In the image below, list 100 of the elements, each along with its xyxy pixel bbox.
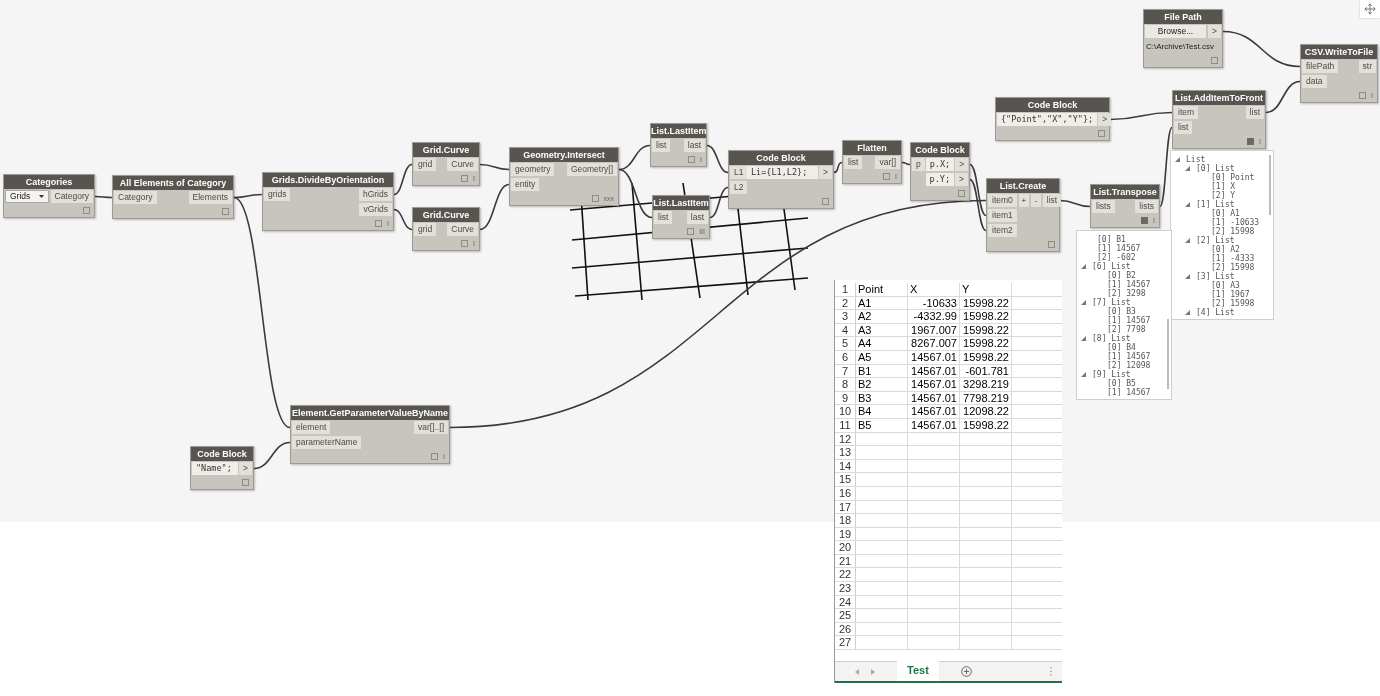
preview-toggle-icon[interactable] <box>1247 138 1255 145</box>
row-number[interactable]: 27 <box>835 636 856 650</box>
row-number[interactable]: 17 <box>835 500 856 514</box>
table-cell[interactable]: Y <box>962 283 970 296</box>
wire[interactable] <box>393 163 413 196</box>
category-dropdown[interactable]: Grids <box>5 190 49 203</box>
output-port[interactable]: list <box>1042 194 1062 207</box>
scrollbar-thumb[interactable] <box>1269 155 1271 215</box>
sheet-tab[interactable]: Test <box>897 660 939 683</box>
table-cell[interactable]: 15998.22 <box>963 350 1009 364</box>
row-number[interactable]: 1 <box>835 283 856 296</box>
output-port[interactable]: > <box>955 158 969 171</box>
input-port[interactable]: item2 <box>988 224 1017 237</box>
row-number[interactable]: 22 <box>835 568 856 582</box>
table-cell[interactable]: A4 <box>858 337 872 350</box>
wire[interactable] <box>709 186 729 219</box>
table-cell[interactable]: 3298.219 <box>963 378 1009 391</box>
output-port[interactable]: var[] <box>875 156 900 169</box>
preview-toggle-icon[interactable] <box>242 479 249 486</box>
table-cell[interactable]: -601.781 <box>965 364 1009 378</box>
input-port[interactable]: list <box>654 211 673 224</box>
navigation-button[interactable] <box>1360 0 1380 18</box>
output-port[interactable]: str <box>1358 60 1376 73</box>
input-port[interactable]: p <box>912 158 925 171</box>
preview-toggle-icon[interactable] <box>958 190 965 197</box>
preview-toggle-icon[interactable] <box>222 208 229 215</box>
table-cell[interactable]: 15998.22 <box>963 418 1009 432</box>
preview-toggle-icon[interactable] <box>1211 57 1218 64</box>
file-path-text[interactable]: C:\Archive\Test.csv <box>1146 40 1214 53</box>
wire[interactable] <box>706 144 729 174</box>
table-cell[interactable]: A5 <box>858 350 872 364</box>
expand-icon[interactable] <box>1185 202 1190 207</box>
row-number[interactable]: 19 <box>835 527 856 541</box>
table-cell[interactable]: 14567.01 <box>911 364 957 378</box>
node-card[interactable]: Code Block L1 Li={L1,L2}; > L2 <box>728 150 834 209</box>
table-cell[interactable]: B2 <box>858 378 872 391</box>
preview-toggle-icon[interactable] <box>883 173 891 180</box>
output-port[interactable]: Category <box>50 190 93 203</box>
input-port[interactable]: grids <box>264 188 291 201</box>
row-number[interactable]: 13 <box>835 446 856 459</box>
output-port[interactable]: list <box>1245 106 1264 119</box>
input-port[interactable]: entity <box>511 178 540 191</box>
node-card[interactable]: Code Block {"Point","X","Y"}; > <box>995 97 1110 141</box>
table-cell[interactable]: 15998.22 <box>963 296 1009 310</box>
row-number[interactable]: 7 <box>835 364 856 378</box>
row-number[interactable]: 11 <box>835 418 856 432</box>
output-port[interactable]: hGrids <box>358 188 392 201</box>
row-number[interactable]: 10 <box>835 405 856 418</box>
row-number[interactable]: 18 <box>835 514 856 527</box>
table-cell[interactable]: A2 <box>858 310 872 323</box>
wire[interactable] <box>969 163 987 217</box>
output-port[interactable]: vGrids <box>359 203 392 216</box>
output-port[interactable]: last <box>686 211 708 224</box>
table-cell[interactable]: 15998.22 <box>963 323 1009 337</box>
preview-toggle-icon[interactable] <box>375 220 383 227</box>
preview-toggle-icon[interactable] <box>822 198 829 205</box>
table-cell[interactable]: B4 <box>858 405 872 418</box>
table-cell[interactable]: 8267.007 <box>911 337 957 350</box>
wire[interactable] <box>1059 199 1091 208</box>
add-sheet-icon[interactable] <box>960 666 972 677</box>
row-number[interactable]: 5 <box>835 337 856 350</box>
preview-toggle-icon[interactable] <box>461 240 469 247</box>
wire[interactable] <box>1222 30 1301 68</box>
expand-icon[interactable] <box>1081 336 1086 341</box>
wire[interactable] <box>618 168 653 219</box>
node-card[interactable]: Code Block "Name"; > <box>190 446 254 490</box>
expand-icon[interactable] <box>1185 274 1190 279</box>
table-cell[interactable]: 15998.22 <box>963 310 1009 323</box>
input-port[interactable]: list <box>1174 121 1193 134</box>
row-number[interactable]: 16 <box>835 486 856 500</box>
table-cell[interactable]: B5 <box>858 418 872 432</box>
table-cell[interactable]: 12098.22 <box>963 405 1009 418</box>
output-port[interactable]: Elements <box>188 191 232 204</box>
expand-icon[interactable] <box>1081 372 1086 377</box>
input-port[interactable]: Category <box>114 191 157 204</box>
row-number[interactable]: 3 <box>835 310 856 323</box>
expand-icon[interactable] <box>1175 157 1180 162</box>
input-port[interactable]: grid <box>414 223 437 236</box>
preview-toggle-icon[interactable] <box>591 195 599 202</box>
table-cell[interactable]: A3 <box>858 323 872 337</box>
row-number[interactable]: 26 <box>835 622 856 636</box>
wire[interactable] <box>1265 80 1301 114</box>
node-card[interactable]: List.Create item0 + - list item1 item2 <box>986 178 1060 252</box>
input-port[interactable]: parameterName <box>292 436 362 449</box>
expand-icon[interactable] <box>1081 264 1086 269</box>
browse-button[interactable]: Browse... <box>1145 25 1207 38</box>
table-cell[interactable]: Point <box>858 283 884 296</box>
wire[interactable] <box>479 183 510 231</box>
node-card[interactable]: Categories Grids Category <box>3 174 95 218</box>
row-number[interactable]: 6 <box>835 350 856 364</box>
wire[interactable] <box>393 208 413 231</box>
wire[interactable] <box>618 144 651 171</box>
input-port[interactable]: item1 <box>988 209 1017 222</box>
table-cell[interactable]: A1 <box>858 296 872 310</box>
output-port[interactable]: > <box>1208 25 1221 38</box>
expand-icon[interactable] <box>1185 310 1190 315</box>
output-port[interactable]: Curve <box>447 158 478 171</box>
table-cell[interactable]: 14567.01 <box>911 405 957 418</box>
input-port[interactable]: item0 <box>988 194 1017 207</box>
wire[interactable] <box>1109 111 1173 121</box>
